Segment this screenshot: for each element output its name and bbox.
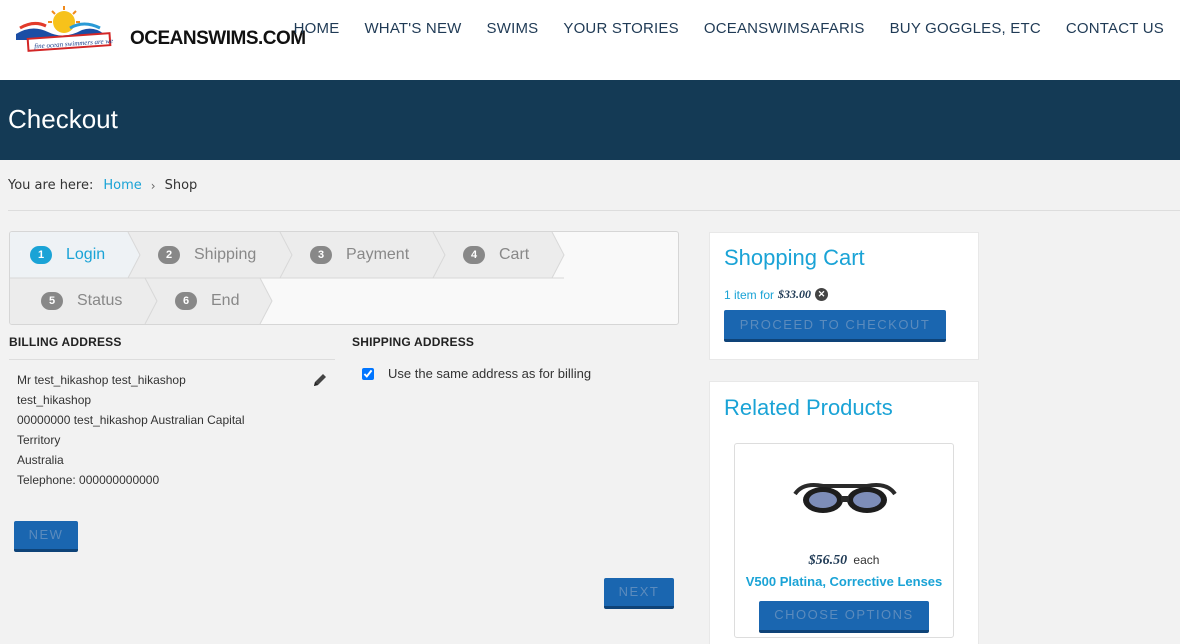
billing-title: BILLING ADDRESS <box>9 335 122 349</box>
main-nav: HOME WHAT'S NEW SWIMS YOUR STORIES OCEAN… <box>269 20 1164 37</box>
chevron-right-icon: › <box>150 178 156 193</box>
related-title: Related Products <box>724 395 893 420</box>
step-number: 1 <box>30 246 52 264</box>
address-line: Territory <box>17 433 61 447</box>
step-number: 6 <box>175 292 197 310</box>
shopping-cart-panel: Shopping Cart 1 item for $33.00 ✕ PROCEE… <box>709 232 979 360</box>
step-payment[interactable]: 3 Payment <box>310 232 409 278</box>
breadcrumb-home[interactable]: Home <box>103 178 141 193</box>
cart-summary-text[interactable]: 1 item for <box>724 288 774 302</box>
nav-your-stories[interactable]: YOUR STORIES <box>563 20 678 37</box>
nav-swims[interactable]: SWIMS <box>487 20 539 37</box>
step-cart[interactable]: 4 Cart <box>463 232 529 278</box>
same-address-checkbox[interactable] <box>362 367 374 380</box>
cart-title: Shopping Cart <box>724 245 865 270</box>
next-button[interactable]: NEXT <box>604 578 674 609</box>
step-number: 5 <box>41 292 63 310</box>
step-number: 2 <box>158 246 180 264</box>
breadcrumb: You are here: Home › Shop <box>8 178 197 193</box>
address-line: Telephone: 000000000000 <box>17 473 160 487</box>
proceed-to-checkout-button[interactable]: PROCEED TO CHECKOUT <box>724 310 946 342</box>
step-label: End <box>211 292 240 309</box>
breadcrumb-prefix: You are here: <box>8 178 94 193</box>
pencil-icon[interactable] <box>312 372 328 388</box>
address-line: Mr test_hikashop test_hikashop <box>17 373 186 387</box>
product-price-unit: each <box>853 553 880 567</box>
goggles-image[interactable] <box>793 472 897 522</box>
title-band: Checkout <box>0 80 1180 160</box>
same-address-option[interactable]: Use the same address as for billing <box>362 366 591 381</box>
site-logo[interactable]: fine ocean swimmers are we OCEANSWIMS.CO… <box>12 6 306 56</box>
page-title: Checkout <box>8 104 118 134</box>
step-number: 4 <box>463 246 485 264</box>
address-line: Australia <box>17 453 64 467</box>
step-end[interactable]: 6 End <box>175 278 239 324</box>
step-label: Payment <box>346 246 410 263</box>
step-label: Login <box>66 246 106 263</box>
address-line: 00000000 test_hikashop Australian Capita… <box>17 413 245 427</box>
product-price-value: $56.50 <box>808 553 848 568</box>
address-line: test_hikashop <box>17 393 92 407</box>
breadcrumb-shop: Shop <box>164 178 198 193</box>
step-label: Cart <box>499 246 530 263</box>
nav-buy-goggles[interactable]: BUY GOGGLES, ETC <box>890 20 1041 37</box>
breadcrumb-divider <box>8 210 1180 211</box>
nav-contact-us[interactable]: CONTACT US <box>1066 20 1164 37</box>
step-login[interactable]: 1 Login <box>30 232 105 278</box>
billing-divider <box>9 359 335 360</box>
product-name-link[interactable]: V500 Platina, Corrective Lenses <box>735 574 953 589</box>
product-card: $56.50 each V500 Platina, Corrective Len… <box>734 443 954 638</box>
checkout-steps: 1 Login 2 Shipping 3 Payment 4 Cart 5 St… <box>9 231 679 325</box>
remove-icon[interactable]: ✕ <box>815 288 829 301</box>
cart-total: $33.00 <box>778 287 812 301</box>
top-header: fine ocean swimmers are we OCEANSWIMS.CO… <box>0 0 1180 80</box>
step-label: Shipping <box>194 246 257 263</box>
step-number: 3 <box>310 246 332 264</box>
new-address-button[interactable]: NEW <box>14 521 78 552</box>
choose-options-button[interactable]: CHOOSE OPTIONS <box>759 601 929 633</box>
step-label: Status <box>77 292 123 309</box>
billing-address: Mr test_hikashop test_hikashop test_hika… <box>17 370 245 490</box>
cart-summary: 1 item for $33.00 ✕ <box>724 287 829 302</box>
shipping-title: SHIPPING ADDRESS <box>352 335 475 349</box>
same-address-label: Use the same address as for billing <box>388 366 592 381</box>
step-status[interactable]: 5 Status <box>41 278 122 324</box>
nav-oceanswimsafaris[interactable]: OCEANSWIMSAFARIS <box>704 20 865 37</box>
nav-whats-new[interactable]: WHAT'S NEW <box>364 20 461 37</box>
step-shipping[interactable]: 2 Shipping <box>158 232 256 278</box>
product-price: $56.50 each <box>735 553 953 569</box>
nav-home[interactable]: HOME <box>294 20 340 37</box>
